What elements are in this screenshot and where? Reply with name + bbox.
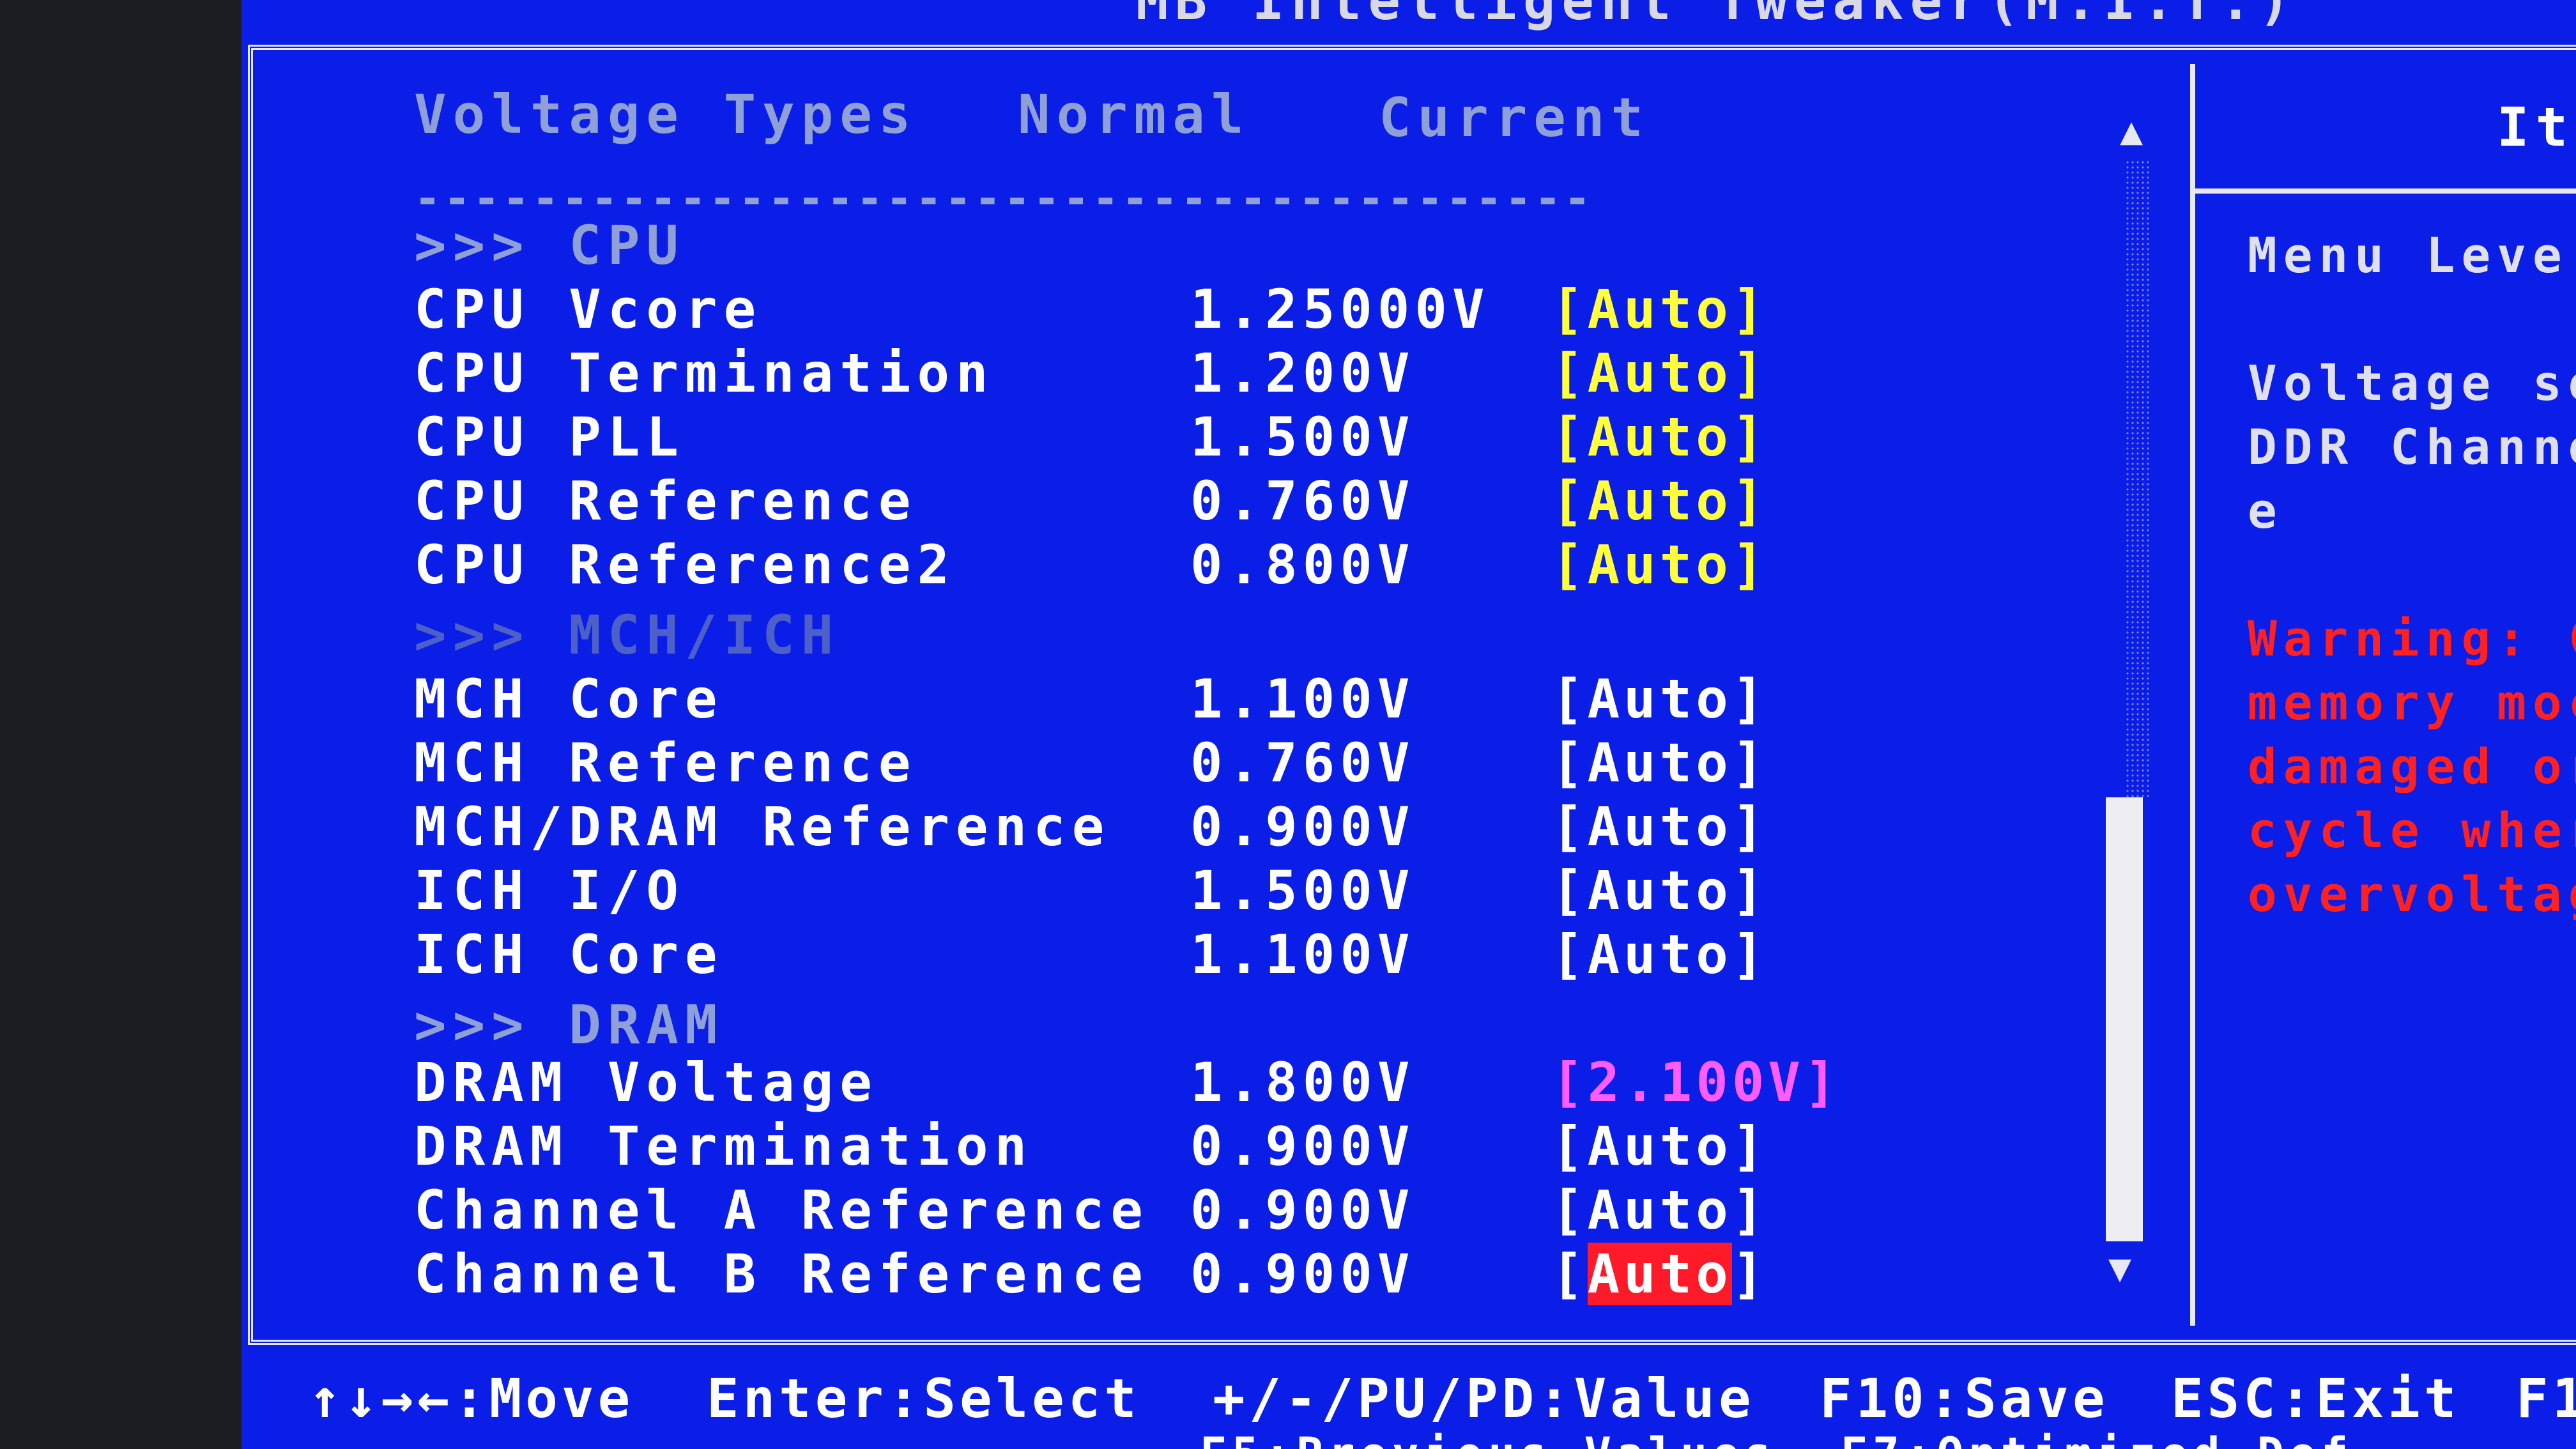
setting-row-mch-dram-reference[interactable]: MCH/DRAM Reference 0.900V [Auto] [414, 795, 2075, 859]
setting-current[interactable]: [Auto] [1551, 795, 1768, 858]
setting-name: MCH Core [414, 668, 724, 730]
setting-current[interactable]: [Auto] [1551, 470, 1768, 532]
setting-current-selected[interactable]: [Auto] [1551, 1243, 1768, 1305]
setting-current[interactable]: [2.100V] [1551, 1051, 1841, 1114]
setting-current[interactable]: [Auto] [1551, 342, 1768, 404]
setting-row-cpu-termination[interactable]: CPU Termination 1.200V [Auto] [414, 342, 2075, 406]
warning-line: Warning: C [2248, 610, 2576, 667]
header-normal: Normal [1018, 83, 1250, 146]
setting-row-cpu-pll[interactable]: CPU PLL 1.500V [Auto] [414, 406, 2075, 470]
footer-second-line: F5:Previous Values F7:Optimized Def [1200, 1428, 2353, 1449]
setting-row-mch-core[interactable]: MCH Core 1.100V [Auto] [414, 668, 2075, 732]
footer-save-hint: F10:Save [1820, 1367, 2109, 1430]
section-dram: >>> DRAM [414, 993, 724, 1056]
scrollbar-thumb[interactable] [2106, 797, 2143, 1241]
footer-exit-hint: ESC:Exit [2171, 1367, 2460, 1430]
setting-row-mch-reference[interactable]: MCH Reference 0.760V [Auto] [414, 732, 2075, 795]
setting-row-dram-voltage[interactable]: DRAM Voltage 1.800V [2.100V] [414, 1051, 2075, 1115]
setting-name: MCH Reference [414, 732, 917, 794]
setting-name: ICH I/O [414, 859, 686, 922]
setting-name: CPU Reference [414, 470, 917, 532]
setting-name: CPU Termination [414, 342, 995, 404]
setting-row-channel-a-reference[interactable]: Channel A Reference 0.900V [Auto] [414, 1179, 2075, 1243]
setting-name: Channel A Reference [414, 1179, 1149, 1241]
help-line: DDR Channe [2248, 418, 2576, 475]
setting-name: MCH/DRAM Reference [414, 795, 1111, 858]
setting-normal: 1.100V [1190, 668, 1415, 730]
help-line: e [2248, 482, 2283, 539]
setting-current[interactable]: [Auto] [1551, 533, 1768, 596]
footer-f1-hint: F1 [2516, 1367, 2576, 1430]
setting-current[interactable]: [Auto] [1551, 406, 1768, 468]
setting-row-cpu-reference[interactable]: CPU Reference 0.760V [Auto] [414, 470, 2075, 533]
setting-row-ich-core[interactable]: ICH Core 1.100V [Auto] [414, 923, 2075, 987]
setting-row-cpu-vcore[interactable]: CPU Vcore 1.25000V [Auto] [414, 278, 2075, 342]
section-mch-ich: >>> MCH/ICH [414, 604, 840, 666]
warning-line: overvoltag [2248, 866, 2576, 923]
setting-current[interactable]: [Auto] [1551, 1179, 1768, 1241]
setting-row-dram-termination[interactable]: DRAM Termination 0.900V [Auto] [414, 1115, 2075, 1179]
footer-enter-hint: Enter:Select [707, 1367, 1140, 1430]
setting-name: Channel B Reference [414, 1243, 1149, 1305]
header-voltage-types: Voltage Types [414, 83, 917, 146]
scroll-down-arrow-icon[interactable]: ▼ [2108, 1246, 2131, 1291]
warning-line: memory moc [2248, 674, 2576, 731]
warning-line: cycle wher [2248, 802, 2576, 859]
bracket-open: [ [1551, 1243, 1588, 1305]
monitor-bezel [0, 0, 241, 1449]
setting-current[interactable]: [Auto] [1551, 923, 1768, 986]
setting-normal: 1.500V [1190, 859, 1415, 922]
setting-name: ICH Core [414, 923, 724, 986]
setting-normal: 0.900V [1190, 1179, 1415, 1241]
right-panel-header-line [2195, 188, 2576, 194]
panel-divider [2190, 64, 2195, 1326]
setting-normal: 0.900V [1190, 795, 1415, 858]
help-line: Voltage se [2248, 355, 2576, 411]
setting-name: DRAM Termination [414, 1115, 1034, 1177]
bios-screen: MB Intelligent Tweaker(M.I.T.) Voltage T… [241, 0, 2576, 1449]
setting-normal: 0.760V [1190, 470, 1415, 532]
setting-normal: 1.200V [1190, 342, 1415, 404]
header-current: Current [1379, 86, 1650, 149]
setting-normal: 1.25000V [1190, 278, 1490, 341]
setting-name: CPU PLL [414, 406, 686, 468]
setting-normal: 0.900V [1190, 1243, 1415, 1305]
setting-name: CPU Reference2 [414, 533, 956, 596]
setting-normal: 0.900V [1190, 1115, 1415, 1177]
footer-value-hint: +/-/PU/PD:Value [1213, 1367, 1755, 1430]
setting-normal: 1.800V [1190, 1051, 1415, 1114]
footer-move-hint: ↑↓→←:Move [309, 1367, 634, 1430]
section-cpu: >>> CPU [414, 214, 686, 277]
setting-current[interactable]: [Auto] [1551, 859, 1768, 922]
warning-line: damaged or [2248, 738, 2576, 795]
setting-normal: 1.500V [1190, 406, 1415, 468]
setting-row-channel-b-reference[interactable]: Channel B Reference 0.900V [Auto] [414, 1243, 2075, 1307]
setting-current[interactable]: [Auto] [1551, 732, 1768, 794]
setting-row-cpu-reference2[interactable]: CPU Reference2 0.800V [Auto] [414, 533, 2075, 597]
selected-value-highlight[interactable]: Auto [1587, 1243, 1732, 1305]
scrollbar-track[interactable] [2125, 160, 2150, 799]
setting-current[interactable]: [Auto] [1551, 1115, 1768, 1177]
setting-normal: 0.760V [1190, 732, 1415, 794]
setting-row-ich-io[interactable]: ICH I/O 1.500V [Auto] [414, 859, 2075, 923]
setting-normal: 1.100V [1190, 923, 1415, 986]
scroll-up-arrow-icon[interactable]: ▲ [2120, 109, 2143, 153]
menu-level-text: Menu Leve [2248, 227, 2568, 284]
page-title: MB Intelligent Tweaker(M.I.T.) [1136, 0, 2297, 32]
bracket-close: ] [1731, 1243, 1768, 1305]
item-help-title: Ite [2497, 96, 2576, 158]
setting-name: CPU Vcore [414, 278, 763, 341]
setting-current[interactable]: [Auto] [1551, 668, 1768, 730]
setting-normal: 0.800V [1190, 533, 1415, 596]
setting-name: DRAM Voltage [414, 1051, 878, 1114]
setting-current[interactable]: [Auto] [1551, 278, 1768, 341]
